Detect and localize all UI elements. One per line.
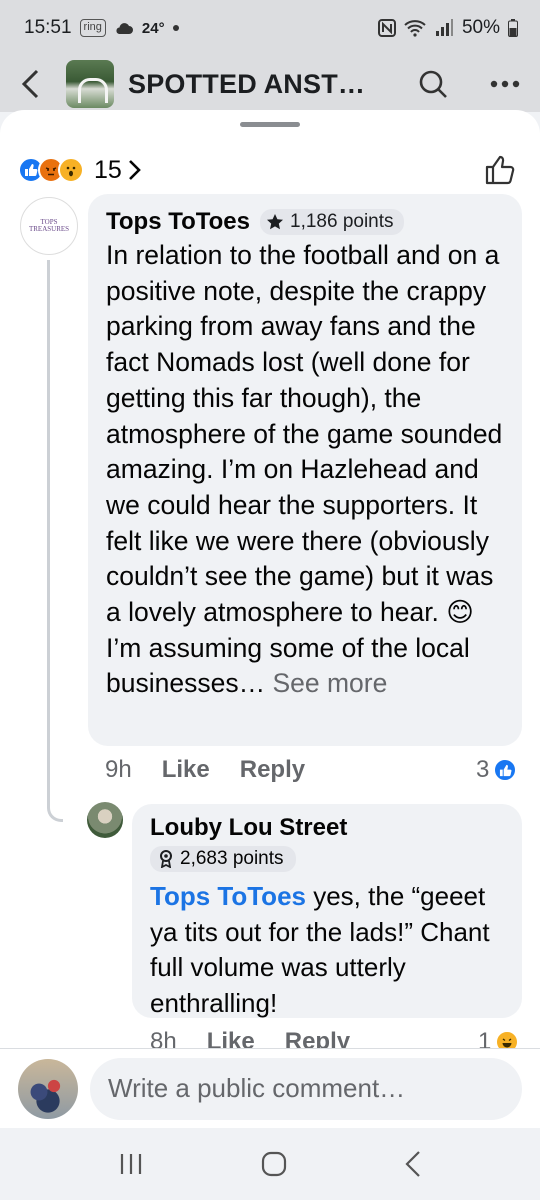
- comment-time[interactable]: 9h: [105, 756, 132, 784]
- comment-bubble[interactable]: Tops ToToes 1,186 points In relation to …: [88, 194, 522, 746]
- reply-button[interactable]: Reply: [285, 1028, 350, 1048]
- laugh-reaction-icon: [495, 1030, 520, 1048]
- reply-avatar[interactable]: [87, 802, 123, 838]
- search-icon[interactable]: [418, 69, 448, 99]
- drag-handle[interactable]: [240, 122, 300, 127]
- reaction-count[interactable]: 15: [94, 156, 122, 185]
- system-nav-bar: [0, 1128, 540, 1200]
- wifi-icon: [404, 20, 426, 37]
- see-more-link[interactable]: See more: [272, 668, 387, 698]
- signal-icon: [435, 19, 453, 36]
- reaction-count-number: 1: [478, 1028, 492, 1048]
- notification-dot-icon: [172, 25, 179, 31]
- recent-apps-icon[interactable]: [118, 1152, 144, 1176]
- commenter-avatar[interactable]: TOPS TREASURES: [20, 197, 78, 255]
- back-nav-icon[interactable]: [404, 1150, 422, 1178]
- battery-icon: [508, 19, 518, 37]
- mention-link[interactable]: Tops ToToes: [150, 881, 306, 911]
- ring-notification-icon: ring: [79, 19, 106, 37]
- battery-percent: 50%: [461, 17, 500, 38]
- like-button[interactable]: Like: [162, 756, 210, 784]
- thread-connector: [47, 260, 63, 822]
- group-title[interactable]: SPOTTED ANST…: [128, 69, 365, 100]
- back-arrow-icon[interactable]: [20, 69, 40, 99]
- status-bar: 15:51 ring 24° 50%: [0, 0, 540, 56]
- avatar-logo-text: TOPS TREASURES: [28, 218, 70, 233]
- reply-body: Tops ToToes yes, the “geeet ya tits out …: [150, 879, 506, 1021]
- reply-reaction-count[interactable]: 1: [478, 1028, 520, 1048]
- like-count-number: 3: [476, 756, 490, 783]
- comment-author[interactable]: Tops ToToes: [106, 208, 250, 236]
- more-options-icon[interactable]: [490, 80, 520, 88]
- comment-like-count[interactable]: 3: [476, 756, 518, 784]
- points-badge: 2,683 points: [150, 846, 296, 872]
- like-reaction-icon: [493, 758, 518, 782]
- reaction-emojis: [18, 157, 84, 183]
- points-badge: 1,186 points: [260, 209, 404, 235]
- comment-composer: Write a public comment…: [0, 1048, 540, 1128]
- wow-reaction-icon: [58, 157, 84, 183]
- reply-time[interactable]: 8h: [150, 1028, 177, 1048]
- medal-icon: [160, 850, 172, 868]
- status-time: 15:51: [24, 17, 72, 38]
- comment-input[interactable]: Write a public comment…: [90, 1057, 522, 1120]
- points-text: 1,186 points: [290, 211, 394, 232]
- like-button[interactable]: Like: [207, 1028, 255, 1048]
- comments-sheet: 15 TOPS TREASURES Tops ToToes 1,186 poin…: [0, 110, 540, 1048]
- weather-cloud-icon: [116, 23, 133, 34]
- reply-actions: 8h Like Reply: [150, 1028, 380, 1048]
- nfc-icon: [377, 19, 396, 37]
- chevron-right-icon[interactable]: [128, 159, 142, 181]
- group-thumbnail[interactable]: [66, 60, 114, 108]
- reply-button[interactable]: Reply: [240, 756, 305, 784]
- comment-text: In relation to the football and on a pos…: [106, 240, 503, 699]
- like-post-icon[interactable]: [484, 154, 516, 186]
- reply-author[interactable]: Louby Lou Street: [150, 814, 506, 842]
- user-avatar[interactable]: [18, 1058, 78, 1119]
- status-temperature: 24°: [141, 19, 165, 37]
- points-text: 2,683 points: [180, 848, 284, 869]
- comment-actions: 9h Like Reply: [105, 756, 335, 784]
- star-icon: [267, 214, 283, 230]
- home-icon[interactable]: [261, 1151, 287, 1177]
- comment-body: In relation to the football and on a pos…: [106, 238, 506, 702]
- app-bar: SPOTTED ANST…: [0, 56, 540, 112]
- reactions-bar[interactable]: 15: [18, 150, 522, 190]
- reply-bubble[interactable]: Louby Lou Street 2,683 points Tops ToToe…: [132, 804, 522, 1018]
